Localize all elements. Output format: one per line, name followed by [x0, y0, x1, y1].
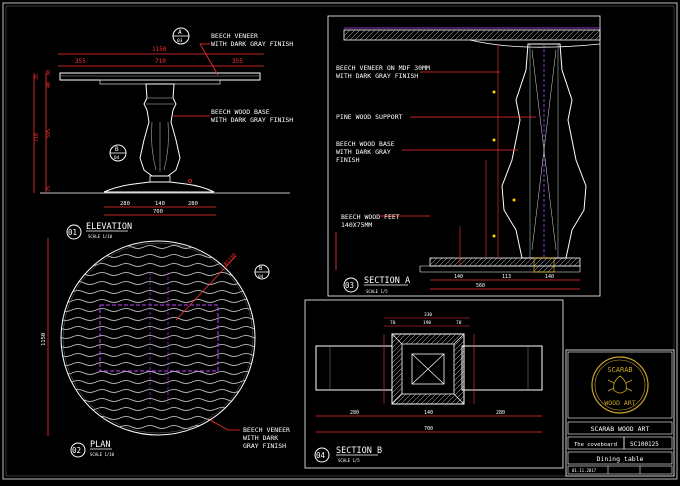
plan-view-title: PLAN: [90, 440, 110, 450]
section-a-frame: [327, 15, 601, 297]
elev-dim-mid: 595: [46, 129, 52, 138]
section-marker-a[interactable]: A 03: [172, 27, 190, 45]
sec-a-dim-left: 140: [454, 274, 463, 280]
sec-b-dim-b: 70: [456, 320, 462, 326]
sec-a-note-4a: BEECH WOOD FEET: [341, 213, 400, 221]
elev-dim-overall: 1150: [152, 46, 167, 53]
elev-note-top-2: WITH DARK GRAY FINISH: [211, 40, 293, 48]
logo-line-2: WOOD ART: [604, 399, 635, 407]
sec-b-dim-inner: 190: [423, 320, 431, 326]
cad-drawing-sheet: 1150 355 710 355 35 40 30 710 595 75 280…: [0, 0, 680, 482]
tb-date: 01.11.2017: [572, 468, 597, 473]
elev-view-number: 01: [68, 228, 77, 237]
logo-line-1: SCARAB: [607, 366, 632, 374]
plan-section-marker-b[interactable]: B 04: [254, 264, 270, 280]
section-a-view: BEECH VENEER ON MDF 30MM WITH DARK GRAY …: [327, 15, 601, 297]
sec-b-dim-a: 70: [390, 320, 396, 326]
elev-view-scale: SCALE 1/10: [88, 234, 113, 239]
title-block: SCARAB WOOD ART SCARAB WOOD ART The cove…: [565, 349, 675, 477]
elev-dim-center: 710: [155, 58, 166, 65]
elev-dim-right: 355: [232, 58, 243, 65]
sec-a-dim-center: 113: [502, 274, 511, 280]
elev-dim-bottom-overall: 700: [153, 209, 163, 215]
section-b-view: 330 70 190 70 280 140 280 700 04 SECTION…: [304, 299, 564, 469]
elev-view-title: ELEVATION: [86, 222, 132, 232]
sec-a-dim-overall: 560: [476, 283, 485, 289]
sec-a-note-3b: WITH DARK GRAY: [336, 148, 391, 156]
marker-a-sheet: 03: [177, 38, 183, 44]
sec-b-view-scale: SCALE 1/5: [338, 458, 360, 463]
tb-sheet-code: SC100125: [630, 441, 659, 448]
sec-a-dim-right: 140: [545, 274, 554, 280]
elev-dim-bottom-left: 280: [120, 201, 130, 207]
elev-dim-b: 40: [46, 82, 52, 88]
sec-a-note-3c: FINISH: [336, 156, 360, 164]
sec-a-note-3a: BEECH WOOD BASE: [336, 140, 395, 148]
marker-b-id: B: [115, 146, 119, 153]
elev-dim-total: 710: [34, 133, 40, 142]
sec-a-view-number: 03: [345, 281, 354, 290]
sec-b-dim-bottom-left: 280: [350, 410, 359, 416]
plan-note-3: GRAY FINISH: [243, 442, 286, 450]
sec-b-view-number: 04: [316, 451, 326, 460]
elev-note-base-2: WITH DARK GRAY FINISH: [211, 116, 293, 124]
tb-drawing-title: Dining table: [597, 455, 644, 463]
marker-b-sheet: 04: [114, 155, 120, 161]
elevation-view: 1150 355 710 355 35 40 30 710 595 75 280…: [33, 27, 293, 240]
elev-note-top-1: BEECH VENEER: [211, 32, 258, 40]
elev-dim-bottom-center: 140: [155, 201, 165, 207]
sec-b-arm-left: [315, 345, 393, 391]
sec-b-dim-bottom-right: 280: [496, 410, 505, 416]
plan-view-scale: SCALE 1/10: [90, 452, 115, 457]
elev-dim-c: 30: [46, 70, 52, 76]
marker-a-id: A: [178, 29, 182, 36]
sec-b-dim-overall: 330: [424, 312, 432, 318]
sec-a-note-1b: WITH DARK GRAY FINISH: [336, 72, 418, 80]
elev-note-base-1: BEECH WOOD BASE: [211, 108, 270, 116]
elev-tabletop: [59, 72, 261, 81]
section-marker-b[interactable]: B 04: [109, 144, 127, 162]
plan-view-number: 02: [72, 446, 81, 455]
plan-dim-vertical: 1150: [41, 333, 47, 346]
plan-note-2: WITH DARK: [243, 434, 278, 442]
sec-b-dim-bottom-overall: 700: [424, 426, 433, 432]
elev-dim-base: 75: [46, 186, 52, 192]
elev-dim-left: 355: [75, 58, 86, 65]
tb-company: SCARAB WOOD ART: [591, 425, 650, 433]
elev-dim-a: 35: [34, 74, 40, 80]
elev-dim-bottom-right: 280: [188, 201, 198, 207]
sec-a-note-1a: BEECH VENEER ON MDF 30MM: [336, 64, 430, 72]
plan-marker-sheet: 04: [258, 274, 264, 280]
tb-client: The coveboard: [574, 442, 617, 448]
sec-a-view-scale: SCALE 1/5: [366, 289, 388, 294]
plan-dim-diameter: Ø1150: [222, 252, 237, 268]
sec-b-dim-bottom-center: 140: [424, 410, 433, 416]
sec-b-view-title: SECTION B: [336, 446, 382, 456]
plan-tabletop-circle: [60, 240, 256, 436]
sec-a-view-title: SECTION A: [364, 276, 410, 286]
sec-a-note-2: PINE WOOD SUPPORT: [336, 113, 403, 121]
elev-base-foot: [103, 181, 215, 193]
plan-marker-id: B: [259, 266, 263, 272]
plan-note-1: BEECH VENEER: [243, 426, 290, 434]
sec-a-note-4b: 140X75MM: [341, 221, 372, 229]
plan-view: 1150 Ø1150 B 04 BEECH VENEER WITH DARK G…: [41, 238, 290, 458]
